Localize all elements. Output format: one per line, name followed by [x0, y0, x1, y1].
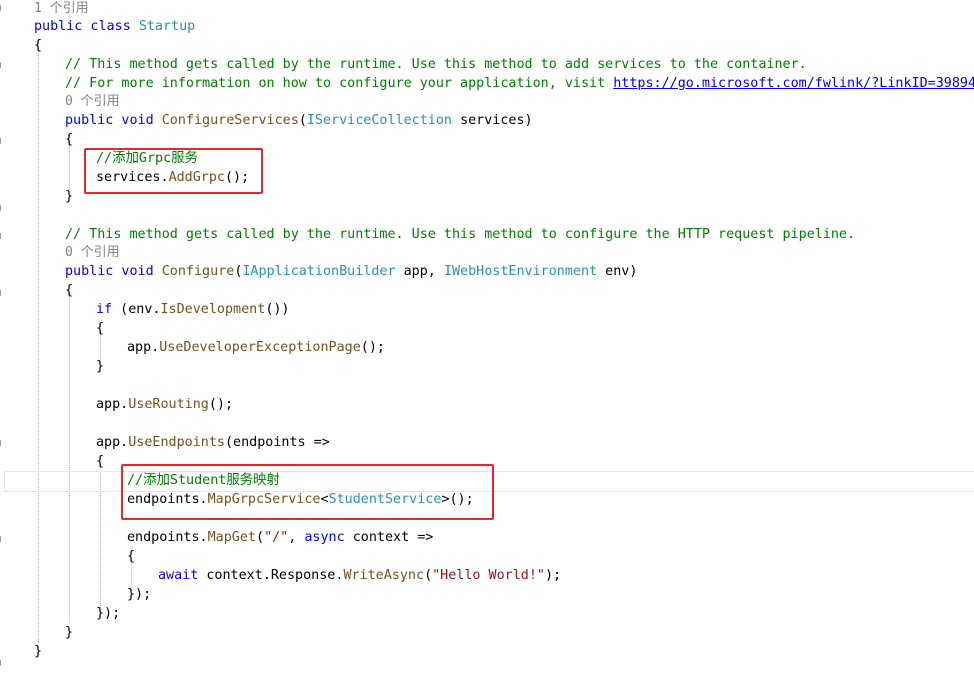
keyword: if [96, 302, 113, 317]
punct: (); [208, 397, 234, 412]
method-call: IsDevelopment [160, 302, 266, 317]
gutter-marker [0, 62, 3, 68]
gutter-marker [0, 205, 3, 211]
punct: , [288, 530, 305, 545]
codelens-references[interactable]: 1 个引用 [34, 0, 89, 18]
code-comment: // For more information on how to config… [65, 74, 974, 93]
code-line-routing: app.UseRouting(); [96, 395, 233, 414]
code-line-configure-services: public void ConfigureServices(IServiceCo… [65, 113, 533, 128]
gutter-marker [0, 440, 3, 446]
keyword: await [158, 568, 199, 583]
object-ref: app. [96, 397, 129, 412]
param: services) [460, 113, 533, 128]
punct: (endpoints => [225, 435, 330, 450]
code-line-map-get: endpoints.MapGet("/", async context => [127, 528, 433, 547]
fwlink-url[interactable]: https://go.microsoft.com/fwlink/?LinkID=… [613, 76, 974, 91]
comment-text: // For more information on how to config… [65, 76, 614, 91]
code-line-await: await context.Response.WriteAsync("Hello… [158, 566, 561, 585]
code-line-if: if (env.IsDevelopment()) [96, 300, 290, 319]
punct: ()) [265, 302, 290, 317]
param: env) [597, 264, 638, 279]
code-line-brace: } [34, 644, 43, 659]
indent-guide [38, 46, 39, 642]
string-literal: "Hello World!" [432, 568, 545, 583]
code-line-brace: } [96, 359, 105, 374]
type-name: IApplicationBuilder [242, 264, 396, 279]
code-line-configure: public void Configure(IApplicationBuilde… [65, 264, 638, 279]
method-name: Configure [161, 264, 235, 279]
param: app, [395, 264, 444, 279]
codelens-references[interactable]: 0 个引用 [65, 243, 120, 262]
gutter-marker [0, 5, 3, 11]
code-line-endpoints-close: }); [96, 606, 121, 621]
punct: ); [545, 568, 562, 583]
keyword: public void [65, 264, 154, 279]
code-line-brace: { [96, 454, 105, 469]
gutter-marker [0, 290, 3, 296]
code-comment: // This method gets called by the runtim… [65, 227, 856, 242]
code-line-brace: } [65, 625, 74, 640]
keyword: public void [65, 113, 154, 128]
object-ref: endpoints. [127, 530, 208, 545]
code-line-lambda-close: }); [127, 587, 152, 602]
type-name: IWebHostEnvironment [443, 264, 598, 279]
method-call: MapGet [207, 530, 256, 545]
gutter-marker [0, 660, 3, 666]
gutter-marker [0, 536, 3, 542]
gutter-marker [0, 233, 3, 239]
type-name: IServiceCollection [306, 113, 452, 128]
string-literal: "/" [264, 530, 289, 545]
indent-guide [69, 142, 70, 192]
object-ref: context.Response. [198, 568, 344, 583]
keyword: async [304, 530, 345, 545]
codelens-references[interactable]: 0 个引用 [65, 92, 120, 111]
class-name: Startup [138, 19, 196, 34]
code-line-brace: { [34, 38, 43, 53]
punct: ( [424, 568, 433, 583]
code-line-brace: { [127, 549, 136, 564]
code-line-brace: } [65, 189, 74, 204]
editor-gutter [0, 0, 10, 677]
code-line-class-decl: public class Startup [34, 17, 195, 36]
method-call: WriteAsync [343, 568, 425, 583]
punct: ( [256, 530, 265, 545]
method-call: UseEndpoints [128, 435, 225, 450]
code-line-brace: { [65, 132, 74, 147]
code-text: context => [344, 530, 434, 545]
method-call: UseRouting [128, 397, 209, 412]
object-ref: app. [127, 340, 160, 355]
code-line-endpoints: app.UseEndpoints(endpoints => [96, 433, 330, 452]
code-line-brace: { [96, 321, 105, 336]
highlight-box-grpc [84, 148, 263, 194]
method-name: ConfigureServices [161, 113, 299, 128]
indent-guide [69, 294, 70, 622]
gutter-marker [0, 138, 3, 144]
method-call: UseDeveloperExceptionPage [159, 340, 361, 355]
code-line-brace: { [65, 283, 74, 298]
code-line-dev-page: app.UseDeveloperExceptionPage(); [127, 338, 385, 357]
punct: (); [360, 340, 385, 355]
object-ref: app. [96, 435, 129, 450]
code-comment: // This method gets called by the runtim… [65, 57, 807, 72]
code-text: (env. [112, 302, 161, 317]
keyword: public class [34, 19, 131, 34]
highlight-box-student [121, 464, 494, 520]
